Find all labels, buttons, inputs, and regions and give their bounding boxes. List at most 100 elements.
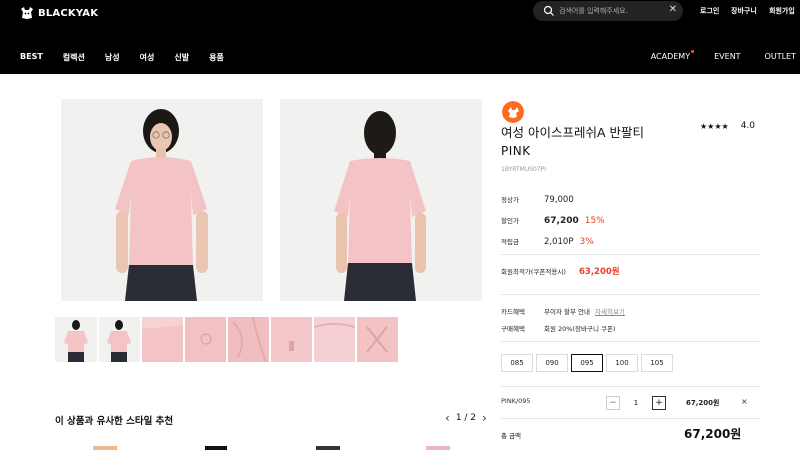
selected-option-label: PINK/095 [501, 397, 531, 405]
size-selector: 085 090 095 100 105 [501, 354, 676, 372]
member-price-value: 63,200원 [579, 267, 620, 277]
search-icon[interactable] [543, 5, 555, 17]
buy-benefit-value: 회원 20%(장바구니 쿠폰) [544, 325, 616, 333]
nav-item-best[interactable]: BEST [20, 52, 43, 63]
thumb-flat-illustration [142, 317, 183, 362]
product-image-back[interactable] [280, 99, 482, 301]
buy-benefit-row: 구매혜택 회원 20%(장바구니 쿠폰) [501, 323, 616, 333]
recommend-item-2[interactable] [205, 446, 227, 450]
rating-stars-icon: ★★★★ [700, 121, 729, 131]
regular-price-value: 79,000 [544, 195, 574, 205]
size-option-095-selected[interactable]: 095 [571, 354, 603, 372]
points-row: 적립금 2,010P 3% [501, 236, 594, 247]
thumb-fold-illustration [357, 317, 398, 362]
nav-item-men[interactable]: 남성 [105, 52, 120, 63]
thumb-logo-illustration [185, 317, 226, 362]
search-bar[interactable]: ✕ [533, 1, 683, 21]
site-header: BLACKYAK ✕ 로그인 장바구니 회원가입 BEST 컬렉션 남성 여성 … [0, 0, 800, 74]
thumbnail-fabric[interactable] [228, 317, 269, 362]
quantity-value[interactable]: 1 [620, 399, 652, 407]
cart-link[interactable]: 장바구니 [731, 6, 757, 16]
brand-badge-icon [502, 101, 524, 123]
divider [501, 386, 761, 387]
thumbnail-logo-detail[interactable] [185, 317, 226, 362]
search-input[interactable] [559, 4, 671, 18]
thumb-front-illustration [55, 317, 97, 362]
remove-option-icon[interactable]: × [741, 397, 748, 406]
thumbnail-list [55, 317, 400, 362]
thumbnail-label[interactable] [271, 317, 312, 362]
card-benefit-value: 무이자 할부 안내 [544, 308, 590, 316]
rating-score: 4.0 [740, 121, 756, 131]
new-dot-icon [691, 50, 695, 53]
sale-price-label: 할인가 [501, 217, 519, 225]
card-benefit-row: 카드혜택 무이자 할부 안내 자세히보기 [501, 306, 625, 316]
thumb-hem-illustration [314, 317, 355, 362]
pager-prev-icon[interactable]: ‹ [445, 412, 450, 424]
model-front-illustration [61, 99, 263, 301]
pager-page: 1 / 2 [455, 413, 477, 423]
selected-option-price: 67,200원 [686, 399, 720, 407]
regular-price-row: 정상가 79,000 [501, 194, 574, 205]
recommend-item-3[interactable] [316, 446, 340, 450]
thumbnail-flat[interactable] [142, 317, 183, 362]
nav-item-gear[interactable]: 용품 [209, 52, 224, 63]
thumb-back-illustration [99, 317, 140, 362]
thumbnail-fold[interactable] [357, 317, 398, 362]
product-rating[interactable]: ★★★★ 4.0 [700, 121, 755, 131]
logo-text: BLACKYAK [38, 7, 99, 19]
search-clear-icon[interactable]: ✕ [669, 3, 677, 17]
divider [501, 254, 761, 255]
card-benefit-label: 카드혜택 [501, 308, 525, 316]
thumbnail-front[interactable] [55, 317, 97, 362]
product-image-front[interactable] [61, 99, 263, 301]
member-price-label: 회원최적가(쿠폰적용시) [501, 268, 566, 276]
size-option-090[interactable]: 090 [536, 354, 568, 372]
recommend-item-4[interactable] [426, 446, 450, 450]
total-price-value: 67,200원 [684, 427, 742, 441]
recommend-pager: ‹ 1 / 2 › [445, 412, 487, 424]
product-code: 1BYRTMUS07PI [501, 166, 547, 173]
thumb-label-illustration [271, 317, 312, 362]
brand-logo[interactable]: BLACKYAK [20, 4, 98, 22]
quantity-minus-button[interactable]: − [606, 396, 620, 410]
points-percent: 3% [579, 237, 594, 247]
secondary-nav: ACADEMY EVENT OUTLET [603, 50, 796, 61]
nav-item-women[interactable]: 여성 [140, 52, 155, 63]
nav-item-shoes[interactable]: 신발 [174, 52, 189, 63]
size-option-100[interactable]: 100 [606, 354, 638, 372]
quantity-plus-button[interactable]: + [652, 396, 666, 410]
points-label: 적립금 [501, 238, 519, 246]
nav-academy-label: ACADEMY [650, 52, 691, 61]
recommend-item-1[interactable] [93, 446, 117, 450]
login-link[interactable]: 로그인 [700, 6, 719, 16]
divider [501, 341, 761, 342]
regular-price-label: 정상가 [501, 196, 519, 204]
buy-benefit-label: 구매혜택 [501, 325, 525, 333]
sale-price-row: 할인가 67,200 15% [501, 215, 605, 226]
size-option-085[interactable]: 085 [501, 354, 533, 372]
card-benefit-detail-link[interactable]: 자세히보기 [595, 306, 625, 316]
thumb-fabric-illustration [228, 317, 269, 362]
nav-item-outlet[interactable]: OUTLET [765, 52, 796, 61]
nav-item-collection[interactable]: 컬렉션 [63, 52, 85, 63]
thumbnail-back[interactable] [99, 317, 140, 362]
size-option-105[interactable]: 105 [641, 354, 673, 372]
sale-price-value: 67,200 [544, 216, 579, 226]
product-color: PINK [501, 144, 531, 158]
points-value: 2,010P [544, 237, 574, 247]
divider [501, 418, 761, 419]
nav-item-event[interactable]: EVENT [714, 52, 740, 61]
join-link[interactable]: 회원가입 [769, 6, 795, 16]
nav-item-academy[interactable]: ACADEMY [627, 50, 695, 61]
discount-percent: 15% [584, 216, 605, 226]
thumbnail-hem[interactable] [314, 317, 355, 362]
recommend-title: 이 상품과 유사한 스타일 추천 [55, 416, 174, 427]
total-price-label: 총 금액 [501, 432, 522, 440]
divider [501, 294, 761, 295]
quantity-stepper: − 1 + [606, 396, 666, 410]
product-title: 여성 아이스프레쉬A 반팔티 [501, 125, 644, 140]
pager-next-icon[interactable]: › [482, 412, 487, 424]
model-back-illustration [280, 99, 482, 301]
yak-logo-icon [21, 7, 33, 19]
